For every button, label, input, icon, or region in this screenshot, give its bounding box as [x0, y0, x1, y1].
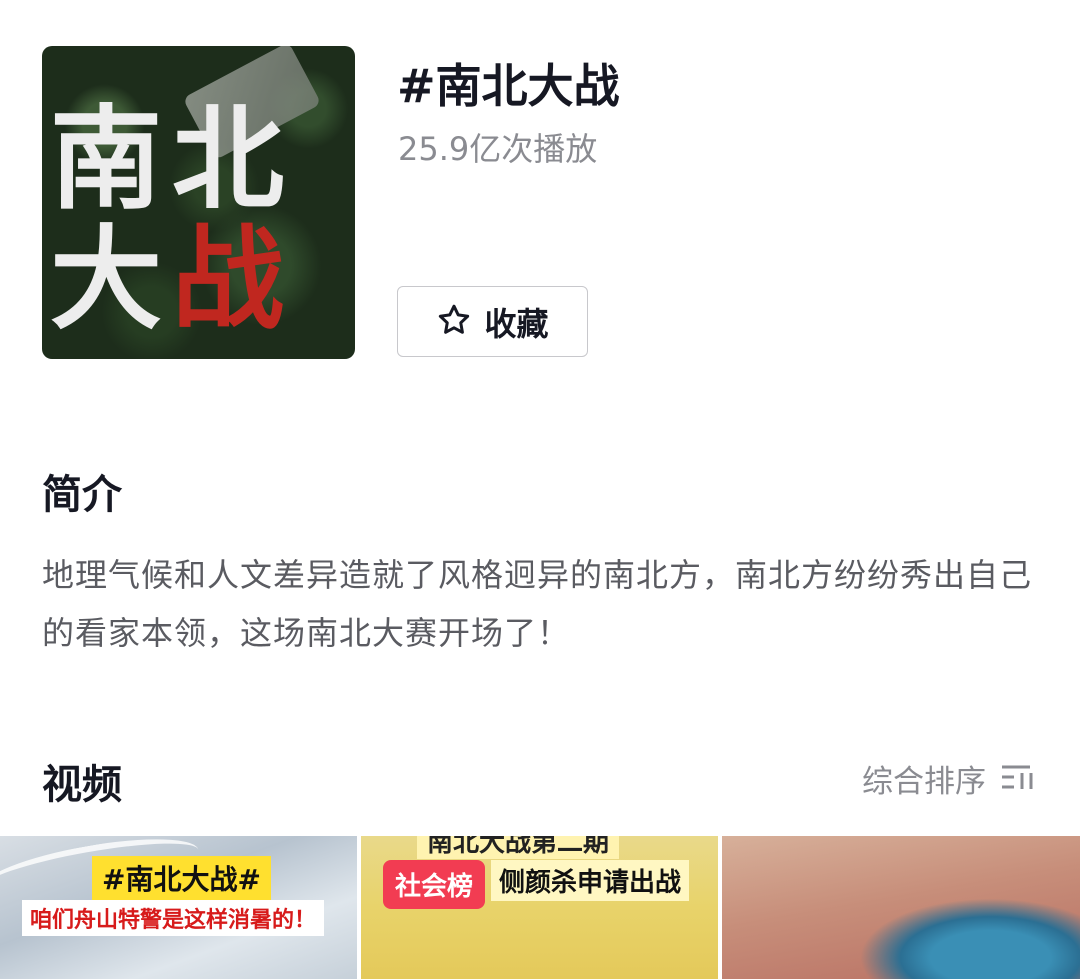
sort-label: 综合排序	[862, 764, 986, 800]
video-hashtag: #南北大战#	[92, 856, 271, 900]
topic-title: #南北大战	[397, 59, 620, 113]
sort-icon	[1000, 761, 1038, 797]
favorite-label: 收藏	[484, 304, 549, 343]
video-grid: #南北大战# 咱们舟山特警是这样消暑的！ 南北大战第二期 侧颜杀申请出战 社会榜	[0, 836, 1080, 979]
cover-char: 北	[172, 95, 284, 225]
cover-char: 大	[50, 215, 162, 345]
video-caption-top: 南北大战第二期	[417, 836, 620, 859]
cover-char: 战	[172, 215, 284, 345]
video-thumbnail[interactable]: #南北大战# 咱们舟山特警是这样消暑的！	[0, 836, 357, 979]
video-thumbnail[interactable]: 南北大战第二期 侧颜杀申请出战 社会榜	[361, 836, 718, 979]
cover-char: 南	[50, 95, 162, 225]
video-thumbnail[interactable]	[722, 836, 1080, 979]
ranking-badge: 社会榜	[383, 860, 486, 909]
topic-cover-image: 南 北 大 战	[42, 46, 355, 359]
sort-dropdown[interactable]: 综合排序	[862, 756, 1038, 801]
video-caption: 侧颜杀申请出战	[491, 860, 690, 901]
intro-text: 地理气候和人文差异造就了风格迥异的南北方，南北方纷纷秀出自己的看家本领，这场南北…	[42, 556, 1033, 652]
intro-heading: 简介	[42, 472, 122, 518]
play-count: 25.9亿次播放	[398, 130, 598, 168]
favorite-button[interactable]: 收藏	[397, 286, 588, 357]
videos-heading: 视频	[42, 762, 122, 808]
topic-page: 南 北 大 战 #南北大战 25.9亿次播放 收藏 简介 地理气候和人文差异造就…	[0, 0, 1080, 979]
video-caption: 咱们舟山特警是这样消暑的！	[22, 900, 325, 936]
star-icon	[436, 302, 472, 342]
